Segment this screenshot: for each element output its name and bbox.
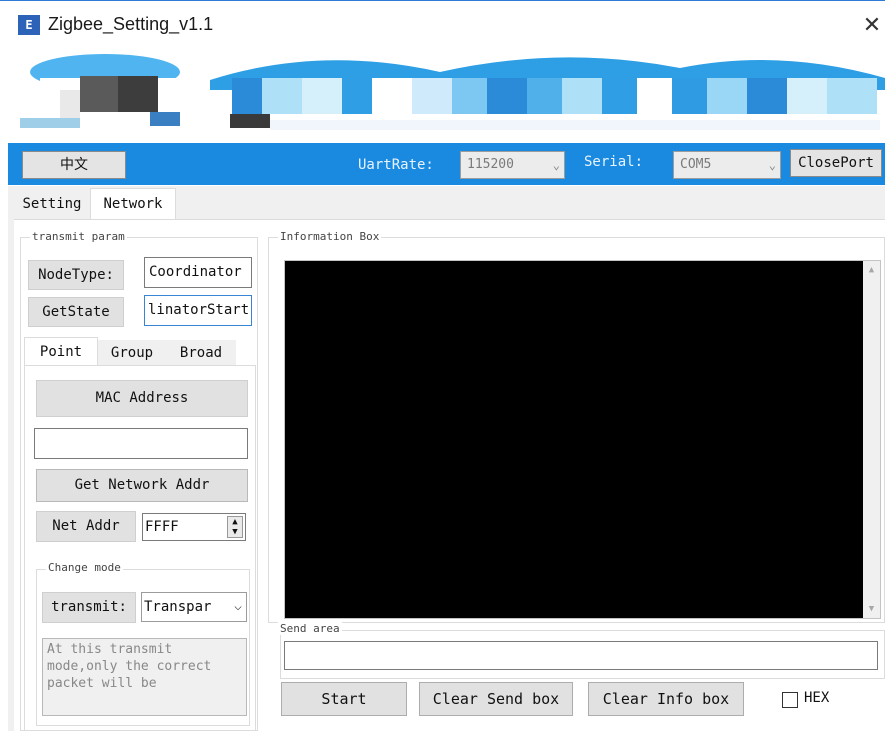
info-scrollbar[interactable]: ▲ ▼ bbox=[863, 261, 880, 618]
clear-send-box-button[interactable]: Clear Send box bbox=[419, 682, 573, 716]
transmit-label: transmit: bbox=[42, 592, 136, 623]
change-mode-label: Change mode bbox=[46, 561, 123, 574]
mac-address-input[interactable] bbox=[34, 428, 248, 459]
tab-network[interactable]: Network bbox=[90, 188, 176, 220]
chevron-down-icon: ⌄ bbox=[768, 158, 776, 172]
transmit-mode-value: Transpar bbox=[144, 599, 212, 615]
window-title: Zigbee_Setting_v1.1 bbox=[48, 14, 214, 34]
hex-label: HEX bbox=[804, 690, 830, 706]
mode-description: At this transmit mode,only the correct p… bbox=[42, 638, 247, 716]
chevron-down-icon: ⌵ bbox=[234, 599, 242, 614]
net-addr-label: Net Addr bbox=[36, 511, 136, 542]
state-field[interactable]: linatorStart bbox=[144, 295, 252, 326]
network-panel: transmit param NodeType: Coordinator Get… bbox=[14, 219, 885, 731]
language-button[interactable]: 中文 bbox=[22, 151, 126, 179]
send-area-input[interactable] bbox=[284, 641, 878, 670]
information-box-label: Information Box bbox=[278, 230, 382, 243]
scroll-up-icon[interactable]: ▲ bbox=[863, 261, 880, 275]
net-addr-value: FFFF bbox=[145, 519, 179, 535]
serial-select[interactable]: COM5 ⌄ bbox=[673, 151, 781, 179]
uart-rate-label: UartRate: bbox=[358, 157, 434, 173]
net-addr-stepper[interactable]: FFFF ▲ ▼ bbox=[142, 513, 246, 541]
clear-info-box-button[interactable]: Clear Info box bbox=[588, 682, 744, 716]
start-button[interactable]: Start bbox=[281, 682, 407, 716]
node-type-label: NodeType: bbox=[28, 260, 124, 290]
tab-point[interactable]: Point bbox=[24, 337, 98, 366]
spin-arrows-icon[interactable]: ▲ ▼ bbox=[227, 516, 243, 538]
information-box[interactable]: ▲ ▼ bbox=[284, 260, 881, 619]
scroll-down-icon[interactable]: ▼ bbox=[863, 604, 880, 614]
transmit-mode-select[interactable]: Transpar ⌵ bbox=[141, 592, 247, 622]
tab-group[interactable]: Group bbox=[98, 340, 166, 366]
uart-rate-select[interactable]: 115200 ⌄ bbox=[460, 151, 565, 179]
banner-image bbox=[0, 50, 885, 142]
banner-graphic bbox=[20, 54, 885, 130]
get-state-button[interactable]: GetState bbox=[28, 297, 124, 327]
close-port-button[interactable]: ClosePort bbox=[790, 149, 882, 177]
get-network-addr-button[interactable]: Get Network Addr bbox=[36, 469, 248, 502]
transmit-param-label: transmit param bbox=[30, 230, 127, 243]
hex-checkbox[interactable] bbox=[782, 692, 798, 708]
toolbar: 中文 UartRate: 115200 ⌄ Serial: COM5 ⌄ Clo… bbox=[8, 143, 885, 185]
tab-setting[interactable]: Setting bbox=[14, 190, 90, 218]
close-icon[interactable]: ✕ bbox=[860, 11, 884, 39]
tab-broad[interactable]: Broad bbox=[166, 340, 236, 366]
app-icon: E bbox=[18, 15, 40, 35]
uart-rate-value: 115200 bbox=[467, 157, 514, 172]
chevron-down-icon: ⌄ bbox=[552, 158, 560, 172]
mac-address-button[interactable]: MAC Address bbox=[36, 380, 248, 417]
sub-tabs: Point Group Broad bbox=[24, 337, 256, 366]
node-type-field[interactable]: Coordinator bbox=[144, 257, 252, 288]
send-area-label: Send area bbox=[278, 622, 342, 635]
title-bar: E Zigbee_Setting_v1.1 ✕ bbox=[0, 0, 885, 50]
serial-label: Serial: bbox=[584, 154, 644, 170]
serial-value: COM5 bbox=[680, 157, 712, 172]
